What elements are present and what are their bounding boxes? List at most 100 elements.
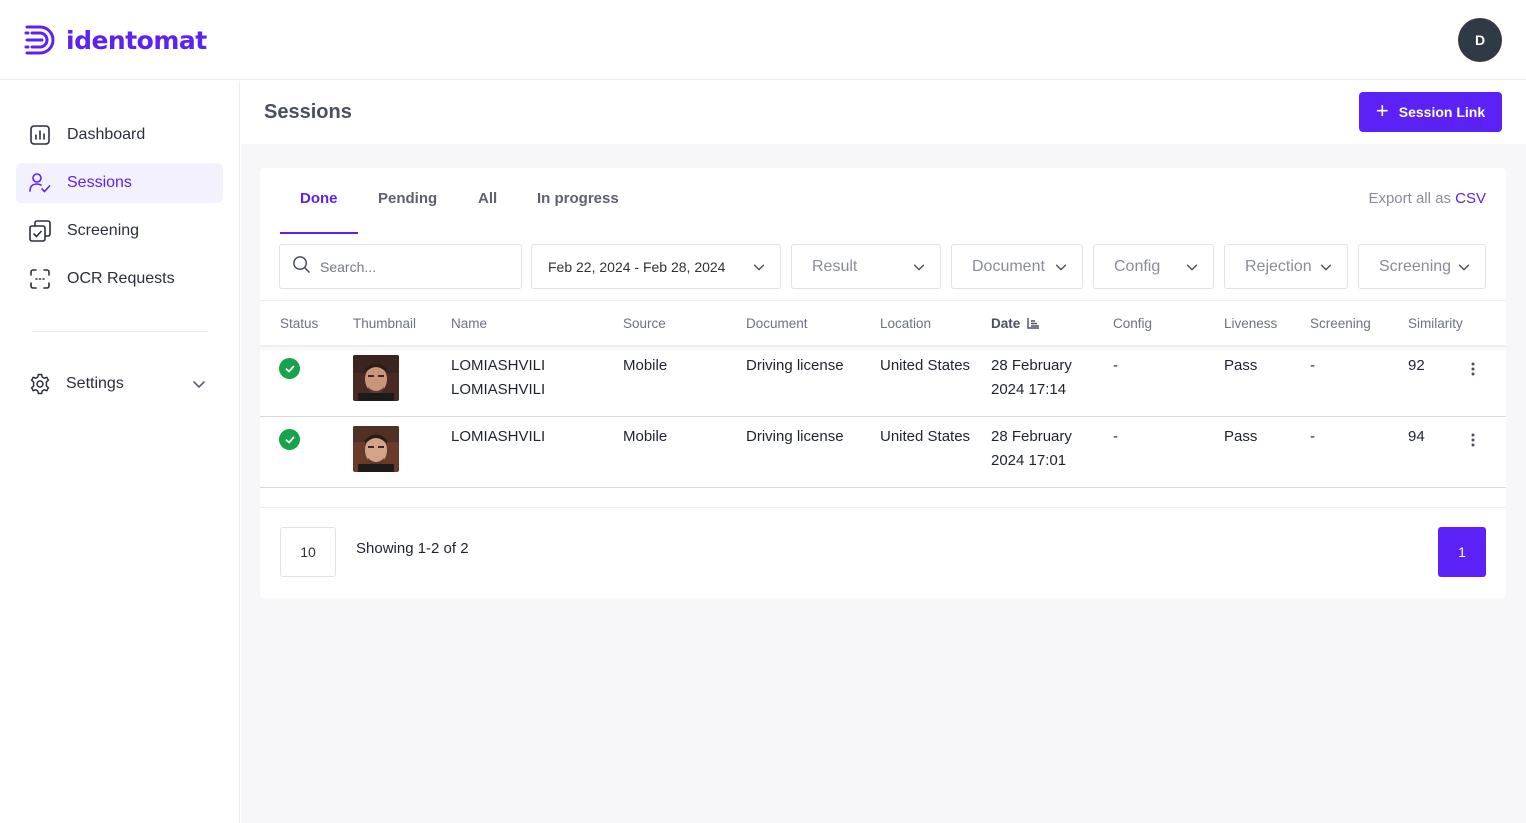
column-header-liveness: Liveness (1224, 316, 1278, 331)
date-range-picker[interactable]: Feb 22, 2024 - Feb 28, 2024 (531, 244, 781, 289)
source-cell: Mobile (623, 428, 668, 445)
chevron-down-icon (912, 260, 926, 279)
liveness-cell: Pass (1224, 428, 1258, 445)
result-filter-label: Result (812, 257, 858, 275)
column-header-name: Name (451, 316, 488, 331)
export-prefix: Export all as (1368, 190, 1456, 207)
sidebar-item-sessions[interactable]: Sessions (16, 163, 223, 203)
sidebar-item-dashboard[interactable]: Dashboard (16, 115, 223, 155)
date-line: 2024 17:01 (991, 452, 1067, 469)
tab-all[interactable]: All (478, 190, 497, 207)
config-filter-label: Config (1114, 257, 1161, 275)
sidebar-item-label: OCR Requests (67, 270, 175, 287)
column-header-thumbnail: Thumbnail (353, 316, 417, 331)
similarity-cell: 92 (1408, 357, 1425, 374)
column-header-location: Location (880, 316, 932, 331)
sessions-card: Done Pending All In progress Export all … (260, 168, 1506, 598)
column-header-date[interactable]: Date (991, 316, 1040, 332)
export-csv[interactable]: Export all as CSV (1368, 190, 1486, 207)
column-header-screening: Screening (1310, 316, 1371, 331)
name-line: LOMIASHVILI (451, 357, 546, 374)
chevron-down-icon (752, 260, 766, 279)
user-avatar[interactable]: D (1458, 18, 1502, 62)
identomat-logo-icon (24, 25, 55, 55)
sidebar: Dashboard Sessions Screening OCR Request… (0, 81, 240, 823)
tab-in-progress[interactable]: In progress (537, 190, 619, 207)
location-cell: United States (880, 428, 971, 445)
column-header-config: Config (1113, 316, 1153, 331)
source-cell: Mobile (623, 357, 668, 374)
result-filter[interactable]: Result (791, 244, 941, 289)
chevron-down-icon[interactable] (191, 376, 207, 397)
session-thumbnail[interactable] (353, 426, 399, 472)
date-line: 28 February (991, 357, 1072, 374)
name-cell: LOMIASHVILI (451, 425, 545, 449)
rejection-filter[interactable]: Rejection (1224, 244, 1348, 289)
top-bar: identomat D (0, 0, 1526, 80)
column-header-document: Document (746, 316, 808, 331)
config-filter[interactable]: Config (1093, 244, 1214, 289)
date-line: 28 February (991, 428, 1072, 445)
main-content: Sessions + Session Link Done Pending All… (241, 81, 1526, 823)
page-size-select[interactable]: 10 (280, 527, 336, 577)
table-row[interactable]: LOMIASHVILI LOMIASHVILI Mobile Driving l… (260, 347, 1506, 417)
page-title: Sessions (264, 101, 352, 123)
column-header-similarity: Similarity (1408, 316, 1463, 331)
session-link-button[interactable]: + Session Link (1359, 92, 1502, 132)
screening-filter[interactable]: Screening (1358, 244, 1486, 289)
page-button-current[interactable]: 1 (1438, 527, 1486, 577)
document-filter-label: Document (972, 257, 1045, 275)
chevron-down-icon (1185, 260, 1199, 279)
active-tab-indicator (280, 232, 358, 234)
more-options-icon[interactable] (1468, 361, 1478, 377)
date-cell: 28 February 2024 17:14 (991, 354, 1072, 402)
pagination-summary: Showing 1-2 of 2 (356, 540, 469, 557)
brand-name: identomat (66, 25, 207, 55)
config-cell: - (1113, 357, 1118, 374)
name-line: LOMIASHVILI (451, 381, 546, 398)
table-header: Status Thumbnail Name Source Document Lo… (260, 300, 1506, 346)
liveness-cell: Pass (1224, 357, 1258, 374)
chevron-down-icon (1054, 260, 1068, 279)
session-thumbnail[interactable] (353, 355, 399, 401)
screening-cell: - (1310, 357, 1315, 374)
sidebar-item-screening[interactable]: Screening (16, 211, 223, 251)
sidebar-item-ocr-requests[interactable]: OCR Requests (16, 259, 223, 299)
sidebar-item-label: Settings (66, 375, 124, 392)
tab-done[interactable]: Done (300, 190, 338, 207)
sort-icon (1027, 317, 1040, 332)
session-link-label: Session Link (1398, 104, 1486, 120)
document-cell: Driving license (746, 357, 844, 374)
sidebar-item-label: Sessions (67, 174, 132, 191)
sidebar-divider (32, 331, 208, 332)
location-cell: United States (880, 357, 971, 374)
check-circle-icon (279, 429, 300, 450)
rejection-filter-label: Rejection (1245, 257, 1312, 275)
screening-icon (28, 219, 52, 243)
search-input[interactable] (320, 258, 510, 275)
check-circle-icon (279, 358, 300, 379)
sidebar-item-label: Screening (67, 222, 140, 239)
date-range-value: Feb 22, 2024 - Feb 28, 2024 (548, 258, 726, 275)
column-header-date-label: Date (991, 316, 1021, 331)
date-line: 2024 17:14 (991, 381, 1067, 398)
column-header-source: Source (623, 316, 666, 331)
more-options-icon[interactable] (1468, 432, 1478, 448)
search-box[interactable] (279, 244, 522, 289)
export-csv-link[interactable]: CSV (1455, 190, 1486, 207)
chevron-down-icon (1319, 260, 1333, 279)
name-cell: LOMIASHVILI LOMIASHVILI (451, 354, 545, 402)
plus-icon: + (1375, 98, 1389, 123)
page-header: Sessions + Session Link (241, 81, 1526, 144)
sidebar-item-settings[interactable]: Settings (16, 364, 223, 404)
sidebar-item-label: Dashboard (67, 126, 146, 143)
document-cell: Driving license (746, 428, 844, 445)
config-cell: - (1113, 428, 1118, 445)
document-filter[interactable]: Document (951, 244, 1083, 289)
tab-pending[interactable]: Pending (378, 190, 437, 207)
name-line: LOMIASHVILI (451, 428, 546, 445)
screening-filter-label: Screening (1379, 257, 1452, 275)
brand-logo[interactable]: identomat (24, 22, 207, 58)
table-row[interactable]: LOMIASHVILI Mobile Driving license Unite… (260, 418, 1506, 488)
users-icon (28, 171, 52, 195)
